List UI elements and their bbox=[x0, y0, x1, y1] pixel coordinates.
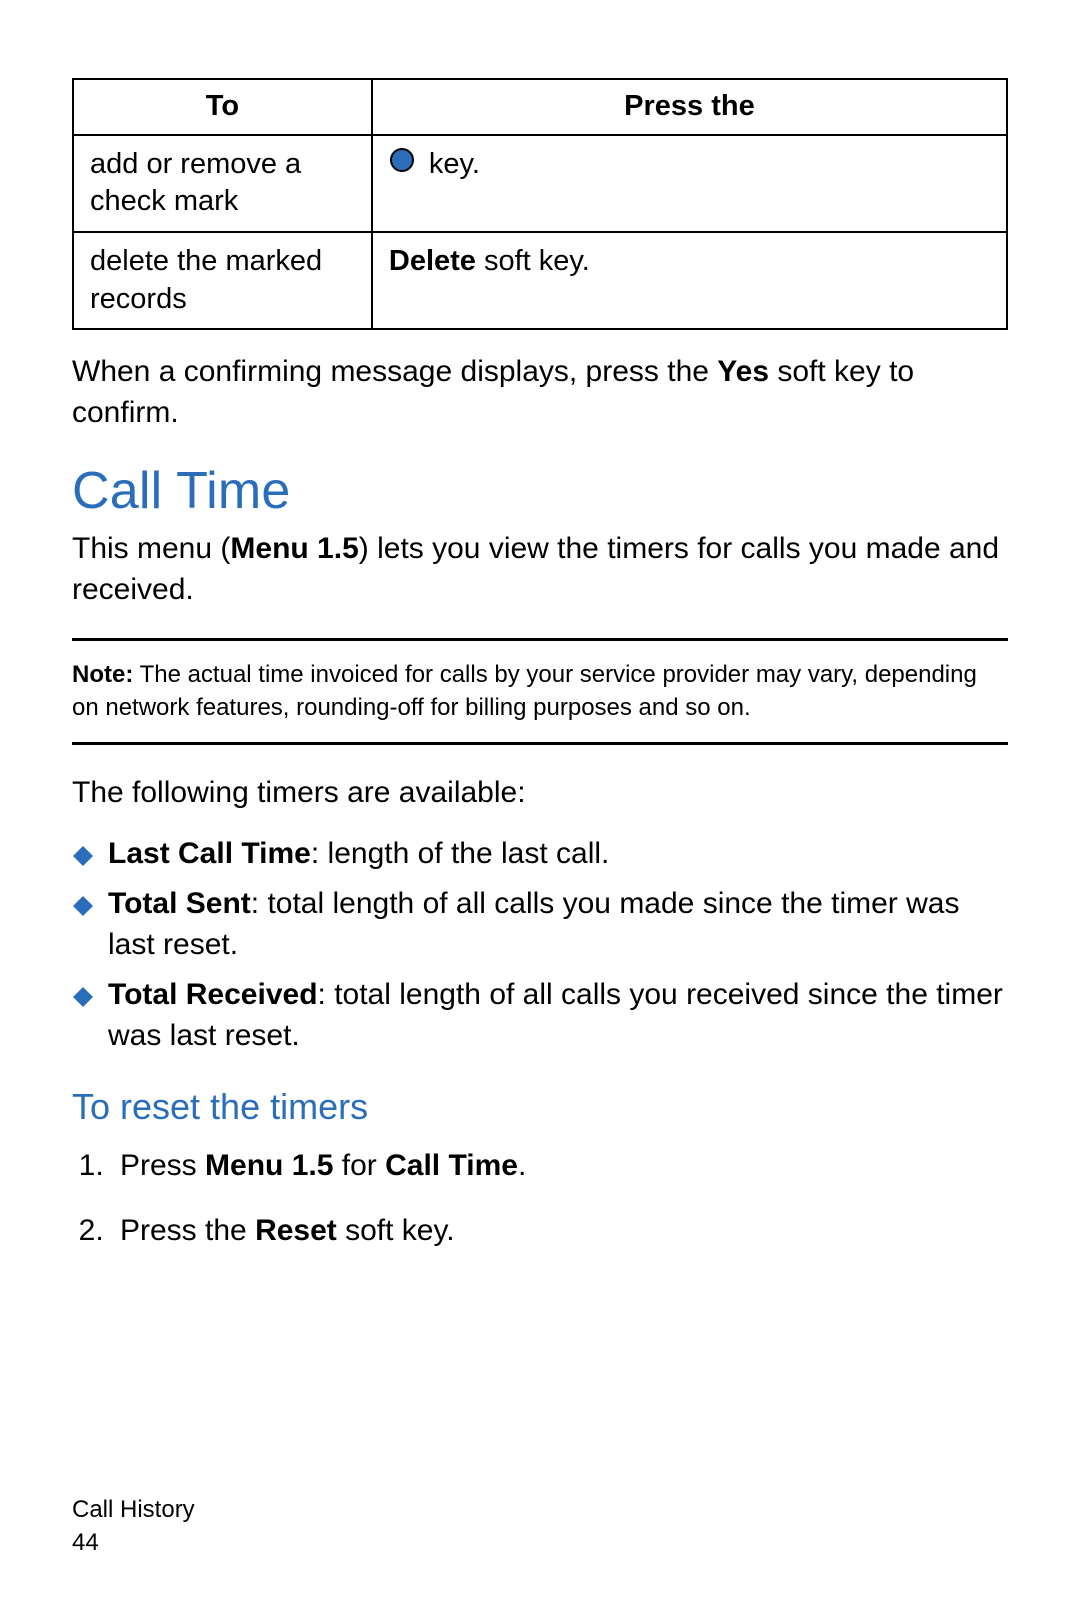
note-label: Note: bbox=[72, 661, 133, 688]
step-item: Press Menu 1.5 for Call Time. bbox=[112, 1146, 1008, 1187]
cell-press-text: key. bbox=[421, 148, 480, 180]
note-text: The actual time invoiced for calls by yo… bbox=[72, 661, 977, 720]
sub-title: To reset the timers bbox=[72, 1086, 1008, 1128]
step-item: Press the Reset soft key. bbox=[112, 1211, 1008, 1252]
center-key-icon bbox=[389, 146, 415, 184]
text-run: soft key. bbox=[337, 1214, 455, 1247]
menu-number: Menu 1.5 bbox=[230, 532, 358, 565]
cell-press: key. bbox=[372, 135, 1007, 232]
cell-to: delete the marked records bbox=[73, 232, 372, 329]
timer-name: Total Received bbox=[108, 978, 318, 1011]
col-header-to: To bbox=[73, 79, 372, 135]
note-block: Note: The actual time invoiced for calls… bbox=[72, 638, 1008, 745]
text-run: Press the bbox=[120, 1214, 255, 1247]
yes-label: Yes bbox=[717, 355, 769, 388]
text-run: When a confirming message displays, pres… bbox=[72, 355, 717, 388]
confirm-paragraph: When a confirming message displays, pres… bbox=[72, 352, 1008, 433]
cell-press-text: soft key. bbox=[476, 245, 590, 277]
cell-to: add or remove a check mark bbox=[73, 135, 372, 232]
document-page: To Press the add or remove a check mark … bbox=[0, 0, 1080, 1620]
text-run: for bbox=[333, 1149, 385, 1182]
diamond-bullet-icon bbox=[72, 888, 94, 910]
list-item: Last Call Time: length of the last call. bbox=[72, 834, 1008, 875]
timer-name: Total Sent bbox=[108, 887, 251, 920]
diamond-bullet-icon bbox=[72, 838, 94, 860]
action-table: To Press the add or remove a check mark … bbox=[72, 78, 1008, 330]
timers-list: Last Call Time: length of the last call.… bbox=[72, 834, 1008, 1057]
steps-list: Press Menu 1.5 for Call Time. Press the … bbox=[72, 1146, 1008, 1251]
diamond-bullet-icon bbox=[72, 979, 94, 1001]
text-run: Press bbox=[120, 1149, 205, 1182]
bold-run: Call Time bbox=[385, 1149, 518, 1182]
page-number: 44 bbox=[72, 1526, 195, 1560]
bold-run: Reset bbox=[255, 1214, 337, 1247]
chapter-name: Call History bbox=[72, 1493, 195, 1527]
intro-paragraph: This menu (Menu 1.5) lets you view the t… bbox=[72, 529, 1008, 610]
list-item: Total Sent: total length of all calls yo… bbox=[72, 884, 1008, 965]
list-item: Total Received: total length of all call… bbox=[72, 975, 1008, 1056]
section-title: Call Time bbox=[72, 461, 1008, 521]
delete-label: Delete bbox=[389, 245, 476, 277]
col-header-press: Press the bbox=[372, 79, 1007, 135]
text-run: . bbox=[518, 1149, 526, 1182]
table-row: add or remove a check mark key. bbox=[73, 135, 1007, 232]
timer-desc: : length of the last call. bbox=[311, 837, 610, 870]
text-run: This menu ( bbox=[72, 532, 230, 565]
page-footer: Call History 44 bbox=[72, 1493, 195, 1560]
timer-name: Last Call Time bbox=[108, 837, 311, 870]
bold-run: Menu 1.5 bbox=[205, 1149, 333, 1182]
cell-press: Delete soft key. bbox=[372, 232, 1007, 329]
table-header-row: To Press the bbox=[73, 79, 1007, 135]
timers-intro: The following timers are available: bbox=[72, 773, 1008, 814]
table-row: delete the marked records Delete soft ke… bbox=[73, 232, 1007, 329]
